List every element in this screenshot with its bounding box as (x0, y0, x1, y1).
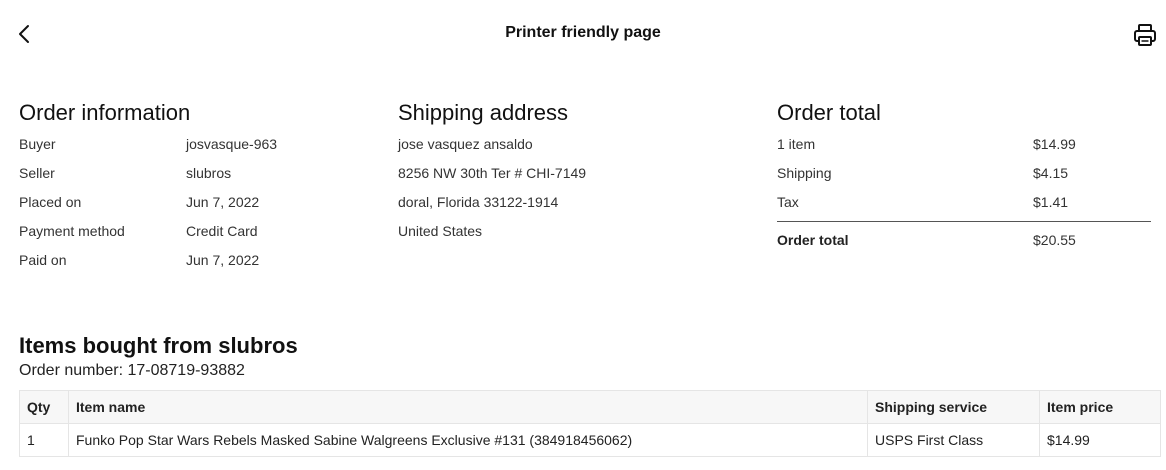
total-value: $4.15 (1033, 165, 1069, 181)
cell-item-price: $14.99 (1039, 423, 1161, 457)
info-label: Paid on (19, 252, 67, 268)
info-value: Credit Card (186, 223, 258, 239)
total-row-tax: Tax $1.41 (777, 188, 1151, 217)
info-row-placed-on: Placed on Jun 7, 2022 (19, 188, 359, 217)
order-total-section: Order total 1 item $14.99 Shipping $4.15… (777, 98, 1151, 255)
items-section: Items bought from slubros Order number: … (19, 332, 1161, 457)
shipping-address-section: Shipping address jose vasquez ansaldo 82… (398, 98, 738, 246)
printer-friendly-page: Printer friendly page Order information … (0, 0, 1166, 470)
info-row-seller: Seller slubros (19, 159, 359, 188)
column-header-shipping-service: Shipping service (867, 390, 1040, 424)
info-value: Jun 7, 2022 (186, 252, 260, 268)
total-row-order-total: Order total $20.55 (777, 222, 1151, 255)
info-value: slubros (186, 165, 232, 181)
print-button[interactable] (1130, 20, 1160, 50)
page-title: Printer friendly page (505, 24, 661, 41)
address-line: United States (398, 223, 483, 239)
total-label: Tax (777, 194, 799, 210)
total-value: $14.99 (1033, 136, 1076, 152)
total-label: Shipping (777, 165, 832, 181)
total-row-items: 1 item $14.99 (777, 130, 1151, 159)
table-row: 1 Funko Pop Star Wars Rebels Masked Sabi… (19, 423, 1161, 457)
info-label: Seller (19, 165, 55, 181)
order-total-value: $20.55 (1033, 232, 1076, 248)
table-header-row: Qty Item name Shipping service Item pric… (19, 390, 1161, 424)
order-total-label: Order total (777, 232, 849, 248)
address-line: jose vasquez ansaldo (398, 136, 533, 152)
order-information-heading: Order information (19, 100, 191, 125)
cell-shipping-service: USPS First Class (867, 423, 1040, 457)
order-information-section: Order information Buyer josvasque-963 Se… (19, 98, 359, 275)
total-label: 1 item (777, 136, 816, 152)
items-heading: Items bought from slubros (19, 333, 298, 358)
column-header-qty: Qty (19, 390, 69, 424)
cell-item-name: Funko Pop Star Wars Rebels Masked Sabine… (68, 423, 868, 457)
info-row-paid-on: Paid on Jun 7, 2022 (19, 246, 359, 275)
address-line: doral, Florida 33122-1914 (398, 194, 559, 210)
items-table: Qty Item name Shipping service Item pric… (19, 390, 1161, 457)
cell-qty: 1 (19, 423, 69, 457)
info-value: Jun 7, 2022 (186, 194, 260, 210)
info-label: Buyer (19, 136, 56, 152)
column-header-item-name: Item name (68, 390, 868, 424)
address-line: 8256 NW 30th Ter # CHI-7149 (398, 165, 587, 181)
column-header-item-price: Item price (1039, 390, 1161, 424)
info-label: Placed on (19, 194, 82, 210)
info-row-buyer: Buyer josvasque-963 (19, 130, 359, 159)
order-number: Order number: 17-08719-93882 (19, 362, 245, 379)
info-label: Payment method (19, 223, 125, 239)
info-value: josvasque-963 (186, 136, 278, 152)
info-row-payment-method: Payment method Credit Card (19, 217, 359, 246)
order-total-heading: Order total (777, 100, 881, 125)
total-value: $1.41 (1033, 194, 1069, 210)
printer-icon (1134, 24, 1156, 46)
shipping-address-heading: Shipping address (398, 100, 569, 125)
total-row-shipping: Shipping $4.15 (777, 159, 1151, 188)
